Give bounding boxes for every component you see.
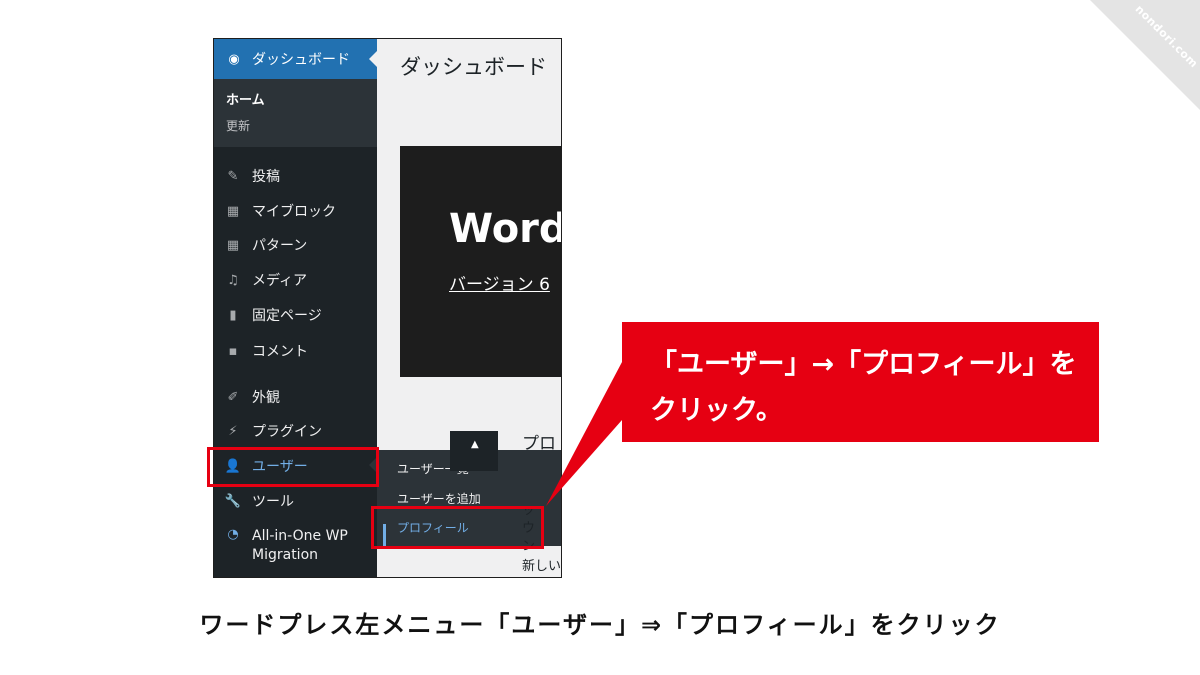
submenu-home[interactable]: ホーム bbox=[226, 89, 265, 108]
callout-line1: 「ユーザー」→「プロフィール」を bbox=[650, 349, 1077, 380]
sidebar-item-myblocks[interactable]: ▦ マイブロック bbox=[214, 196, 377, 226]
welcome-banner: Word バージョン 6 bbox=[400, 146, 562, 377]
wrench-icon: 🔧 bbox=[224, 493, 242, 509]
pages-icon: ▮ bbox=[229, 307, 237, 323]
sidebar-item-label: All-in-One WP Migration bbox=[252, 527, 348, 565]
sidebar-item-label: プラグイン bbox=[252, 424, 322, 440]
version-link[interactable]: バージョン 6 bbox=[449, 270, 550, 295]
grid-icon: ▦ bbox=[226, 203, 240, 219]
dashboard-submenu: ホーム 更新 bbox=[214, 79, 377, 147]
panel-text: 新しい bbox=[522, 559, 562, 574]
instruction-callout: 「ユーザー」→「プロフィール」を クリック。 bbox=[622, 322, 1099, 442]
aio-line1: All-in-One WP bbox=[252, 528, 348, 544]
watermark-ribbon: nondori.com bbox=[1040, 0, 1200, 160]
highlight-users bbox=[207, 447, 379, 487]
caption: ワードプレス左メニュー「ユーザー」⇒「プロフィール」をクリック bbox=[199, 611, 1001, 639]
sidebar-item-label: コメント bbox=[252, 344, 308, 360]
flyout-item-add-user[interactable]: ユーザーを追加 bbox=[397, 490, 481, 507]
page-title: ダッシュボード bbox=[400, 55, 547, 79]
comment-icon: ▪ bbox=[228, 343, 238, 359]
brush-icon: ✐ bbox=[227, 389, 239, 405]
gauge-icon: ◉ bbox=[228, 51, 240, 67]
aio-line2: Migration bbox=[252, 547, 319, 563]
admin-sidebar: ◉ ダッシュボード ホーム 更新 ✎ 投稿 ▦ マイブロック ▦ パターン ♫ … bbox=[214, 39, 377, 577]
panel-title: プロ bbox=[522, 434, 556, 454]
migration-icon: ◔ bbox=[227, 527, 239, 542]
sidebar-item-aio-migration[interactable]: ◔ All-in-One WP Migration bbox=[214, 523, 377, 567]
sidebar-item-label: ツール bbox=[252, 494, 294, 510]
sidebar-item-label: 外観 bbox=[252, 390, 280, 406]
sidebar-item-posts[interactable]: ✎ 投稿 bbox=[214, 161, 377, 191]
media-icon: ♫ bbox=[227, 272, 239, 288]
sidebar-item-appearance[interactable]: ✐ 外観 bbox=[214, 382, 377, 412]
sidebar-item-plugins[interactable]: ⚡ プラグイン bbox=[214, 416, 377, 446]
submenu-updates[interactable]: 更新 bbox=[226, 117, 250, 134]
sidebar-item-patterns[interactable]: ▦ パターン bbox=[214, 230, 377, 260]
sidebar-item-pages[interactable]: ▮ 固定ページ bbox=[214, 300, 377, 330]
sidebar-item-tools[interactable]: 🔧 ツール bbox=[214, 486, 377, 516]
sidebar-item-dashboard[interactable]: ◉ ダッシュボード bbox=[214, 39, 377, 79]
sidebar-item-label: メディア bbox=[252, 273, 308, 289]
sidebar-item-label: ダッシュボード bbox=[252, 52, 350, 68]
grid-icon: ▦ bbox=[226, 237, 240, 253]
sidebar-item-label: 固定ページ bbox=[252, 308, 322, 324]
current-arrow bbox=[369, 51, 377, 67]
highlight-profile bbox=[371, 506, 544, 549]
pin-icon: ✎ bbox=[227, 168, 239, 184]
sidebar-item-comments[interactable]: ▪ コメント bbox=[214, 336, 377, 366]
sidebar-item-media[interactable]: ♫ メディア bbox=[214, 265, 377, 295]
panel-icon: ▲ bbox=[450, 431, 498, 471]
sidebar-item-label: マイブロック bbox=[252, 204, 336, 220]
sidebar-item-label: 投稿 bbox=[252, 169, 280, 185]
sidebar-item-label: パターン bbox=[252, 238, 308, 254]
wp-admin-screenshot: ◉ ダッシュボード ホーム 更新 ✎ 投稿 ▦ マイブロック ▦ パターン ♫ … bbox=[213, 38, 562, 578]
welcome-heading: Word bbox=[449, 206, 562, 252]
callout-line2: クリック。 bbox=[650, 395, 783, 426]
plugin-icon: ⚡ bbox=[228, 423, 238, 439]
